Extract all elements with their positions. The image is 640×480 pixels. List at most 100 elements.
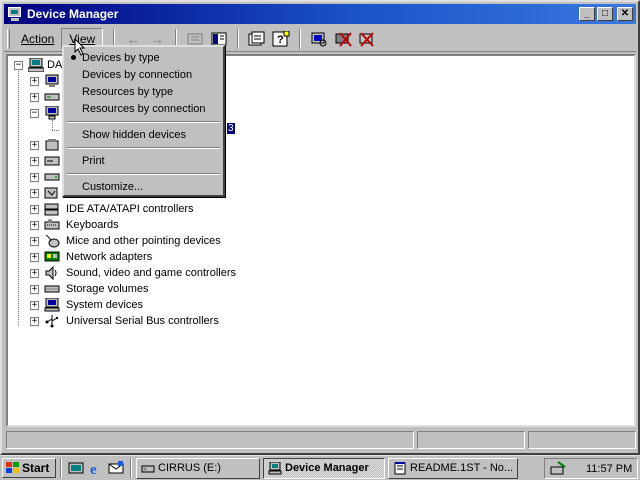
expand-toggle[interactable]: + [30,253,39,262]
start-label: Start [22,461,50,475]
monitor-icon [44,105,60,120]
expand-toggle[interactable]: + [30,221,39,230]
display-adapter-icon [44,74,60,88]
expand-toggle[interactable]: + [30,237,39,246]
uninstall-icon[interactable] [332,28,354,50]
system-devices-icon [44,297,60,312]
task-label: Device Manager [285,462,369,474]
computer-icon [268,461,282,474]
floppy-drive-icon [44,154,60,168]
taskbar: Start e CIRRUS (E:) Device Manager READM… [0,455,640,480]
root-computer-label[interactable]: DA [47,59,62,71]
refresh-icon[interactable] [246,28,268,50]
menu-item-devices-by-connection[interactable]: Devices by connection [66,66,221,83]
status-pane [6,431,414,449]
menu-item-show-hidden-devices[interactable]: Show hidden devices [66,126,221,143]
menu-item-label: Customize... [82,180,144,193]
notepad-icon [394,461,406,474]
outlook-express-icon[interactable] [106,458,126,478]
menu-separator [67,147,220,149]
expand-toggle[interactable]: + [30,205,39,214]
usb-icon [44,314,60,328]
menu-item-label: Show hidden devices [82,128,186,141]
unplug-eject-icon[interactable] [550,460,568,477]
disable-icon[interactable] [356,28,378,50]
menu-item-label: Resources by type [82,85,174,98]
mouse-pointer-icon [74,37,86,56]
expand-toggle[interactable]: + [30,269,39,278]
speaker-icon [44,265,60,281]
selected-device-fragment[interactable]: 3 [227,123,235,134]
computer-icon [27,57,45,73]
menu-action[interactable]: Action [14,29,61,49]
expand-toggle[interactable]: + [30,141,39,150]
tree-item-storage-volumes[interactable]: Storage volumes [66,283,149,295]
menu-item-label: Devices by connection [82,68,193,81]
system-tray: 11:57 PM [544,458,638,479]
close-button[interactable]: ✕ [617,7,633,21]
toolbar-separator [237,28,240,49]
menu-item-label: Devices by type [82,51,160,64]
keyboard-icon [44,218,60,232]
cd-drive-icon [141,465,155,472]
windows-logo-icon [6,462,20,474]
status-bar [6,431,636,449]
maximize-button[interactable]: □ [597,7,613,21]
task-cirrus[interactable]: CIRRUS (E:) [136,457,260,479]
menu-item-resources-by-connection[interactable]: Resources by connection [66,100,221,117]
help-icon[interactable]: ? [270,28,292,50]
expand-toggle[interactable]: + [30,173,39,182]
title-bar[interactable]: Device Manager _ □ ✕ [4,4,636,24]
tree-item-ide-controllers[interactable]: IDE ATA/ATAPI controllers [66,203,194,215]
show-desktop-icon[interactable] [66,458,86,478]
expand-toggle[interactable]: + [30,157,39,166]
expand-toggle[interactable]: + [30,77,39,86]
menu-item-print[interactable]: Print [66,152,221,169]
menu-item-resources-by-type[interactable]: Resources by type [66,83,221,100]
internet-explorer-icon[interactable]: e [86,458,106,478]
tree-item-sound-video[interactable]: Sound, video and game controllers [66,267,236,279]
view-menu-dropdown: Devices by type Devices by connection Re… [62,45,225,197]
tree-item-keyboards[interactable]: Keyboards [66,219,119,231]
toolbar-separator [299,28,302,49]
toolbar-grip[interactable] [7,28,10,49]
expand-toggle[interactable]: + [30,285,39,294]
tree-item-usb-controllers[interactable]: Universal Serial Bus controllers [66,315,219,327]
task-label: README.1ST - No... [410,462,514,474]
scan-icon[interactable] [308,28,330,50]
collapse-toggle[interactable]: − [14,61,23,70]
expand-toggle[interactable]: + [30,93,39,102]
tree-item-network-adapters[interactable]: Network adapters [66,251,152,263]
menu-separator [67,173,220,175]
status-pane [528,431,636,449]
collapse-toggle[interactable]: − [30,109,39,118]
mouse-icon [44,234,60,248]
minimize-button[interactable]: _ [579,7,595,21]
task-label: CIRRUS (E:) [158,462,221,474]
tree-connector [52,120,53,130]
start-button[interactable]: Start [2,458,56,478]
taskbar-separator [60,458,62,478]
menu-item-customize[interactable]: Customize... [66,178,221,195]
clock[interactable]: 11:57 PM [586,463,632,475]
floppy-controller-icon [44,138,60,152]
svg-text:?: ? [277,34,284,46]
expand-toggle[interactable]: + [30,301,39,310]
tree-item-system-devices[interactable]: System devices [66,299,143,311]
hard-disk-icon [44,170,60,184]
taskbar-separator [130,458,132,478]
menu-separator [67,121,220,123]
storage-volume-icon [44,282,60,296]
ide-controller-icon [44,202,60,216]
tree-connector [52,130,59,131]
expand-toggle[interactable]: + [30,189,39,198]
tree-item-mice[interactable]: Mice and other pointing devices [66,235,221,247]
menu-item-devices-by-type[interactable]: Devices by type [66,49,221,66]
network-adapter-icon [44,250,60,264]
expand-toggle[interactable]: + [30,317,39,326]
task-readme-notepad[interactable]: README.1ST - No... [388,457,518,479]
svg-text:e: e [90,462,97,476]
task-device-manager[interactable]: Device Manager [263,457,385,479]
menu-item-label: Resources by connection [82,102,206,115]
human-interface-icon [44,186,60,200]
